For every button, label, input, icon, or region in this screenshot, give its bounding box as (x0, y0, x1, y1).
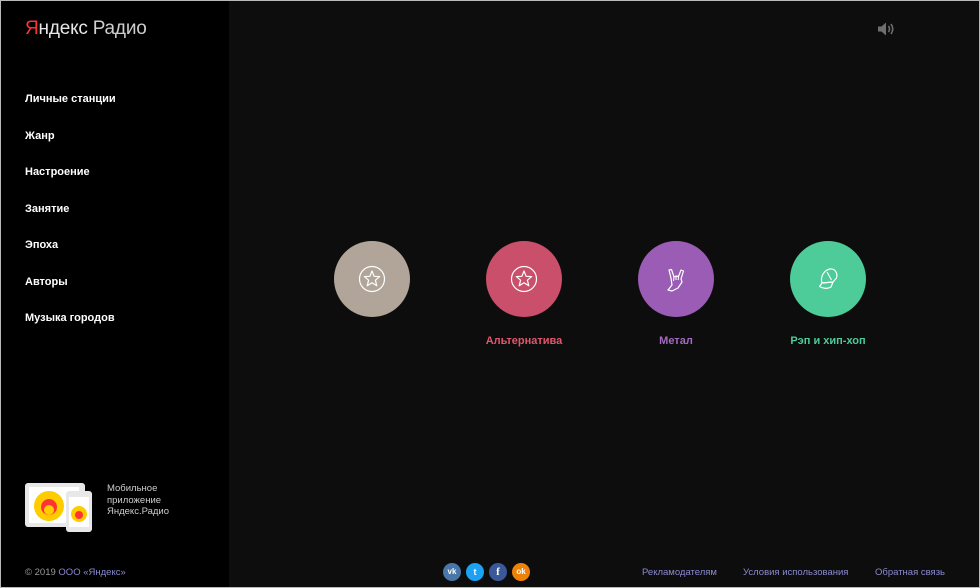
station-card[interactable]: Альтернатива (449, 241, 599, 349)
station-label[interactable]: Альтернатива (449, 335, 599, 349)
sidebar-item-activity[interactable]: Занятие (25, 203, 116, 240)
promo-text: Мобильное приложение Яндекс.Радио (107, 483, 197, 518)
logo-brand: Яндекс (25, 18, 88, 39)
station-cover[interactable] (790, 241, 866, 317)
cap-icon (818, 268, 838, 289)
logo-product: Радио (92, 18, 147, 39)
sidebar-item-city-music[interactable]: Музыка городов (25, 312, 116, 349)
sidebar-item-epoch[interactable]: Эпоха (25, 239, 116, 276)
station-label[interactable]: Метал (601, 335, 751, 349)
sidebar-nav: Личные станции Жанр Настроение Занятие Э… (25, 93, 116, 349)
sidebar-item-personal-stations[interactable]: Личные станции (25, 93, 116, 130)
logo-brand-first-letter: Я (25, 18, 39, 39)
twitter-icon[interactable]: t (466, 563, 484, 581)
sidebar-item-authors[interactable]: Авторы (25, 276, 116, 313)
speaker-icon[interactable] (877, 21, 897, 37)
phone-illustration (66, 491, 92, 532)
copyright-link[interactable]: ООО «Яндекс» (58, 567, 125, 578)
logo-brand-rest: ндекс (38, 18, 88, 39)
feedback-link[interactable]: Обратная связь (875, 567, 945, 578)
copyright: © 2019 ООО «Яндекс» (25, 567, 126, 578)
advertisers-link[interactable]: Рекламодателям (642, 567, 717, 578)
station-label[interactable]: Рэп и хип-хоп (753, 335, 903, 349)
promo-line: Яндекс.Радио (107, 506, 170, 517)
station-cover[interactable] (638, 241, 714, 317)
app-window: Яндекс Радио Личные станции Жанр Настроен… (0, 0, 980, 588)
terms-link[interactable]: Условия использования (743, 567, 848, 578)
rock-hand-icon (667, 268, 685, 292)
promo-line: приложение (107, 494, 162, 506)
yandex-radio-logo[interactable]: Яндекс Радио (25, 17, 147, 41)
vk-icon[interactable]: vk (443, 563, 461, 581)
station-card[interactable]: Метал (601, 241, 751, 349)
sidebar-item-genre[interactable]: Жанр (25, 130, 116, 167)
station-card[interactable] (297, 241, 447, 349)
station-cover[interactable] (334, 241, 410, 317)
station-card[interactable]: Рэп и хип-хоп (753, 241, 903, 349)
promo-line: Мобильное (107, 483, 158, 494)
facebook-icon[interactable]: f (489, 563, 507, 581)
odnoklassniki-icon[interactable]: ok (512, 563, 530, 581)
station-cover[interactable] (486, 241, 562, 317)
station-label[interactable] (297, 335, 447, 349)
star-icon (510, 265, 538, 293)
sidebar-item-mood[interactable]: Настроение (25, 166, 116, 203)
star-icon (358, 265, 386, 293)
mobile-app-promo[interactable]: Мобильное приложение Яндекс.Радио (25, 483, 215, 532)
copyright-prefix: © 2019 (25, 567, 56, 578)
sidebar: Яндекс Радио Личные станции Жанр Настроен… (1, 1, 229, 587)
